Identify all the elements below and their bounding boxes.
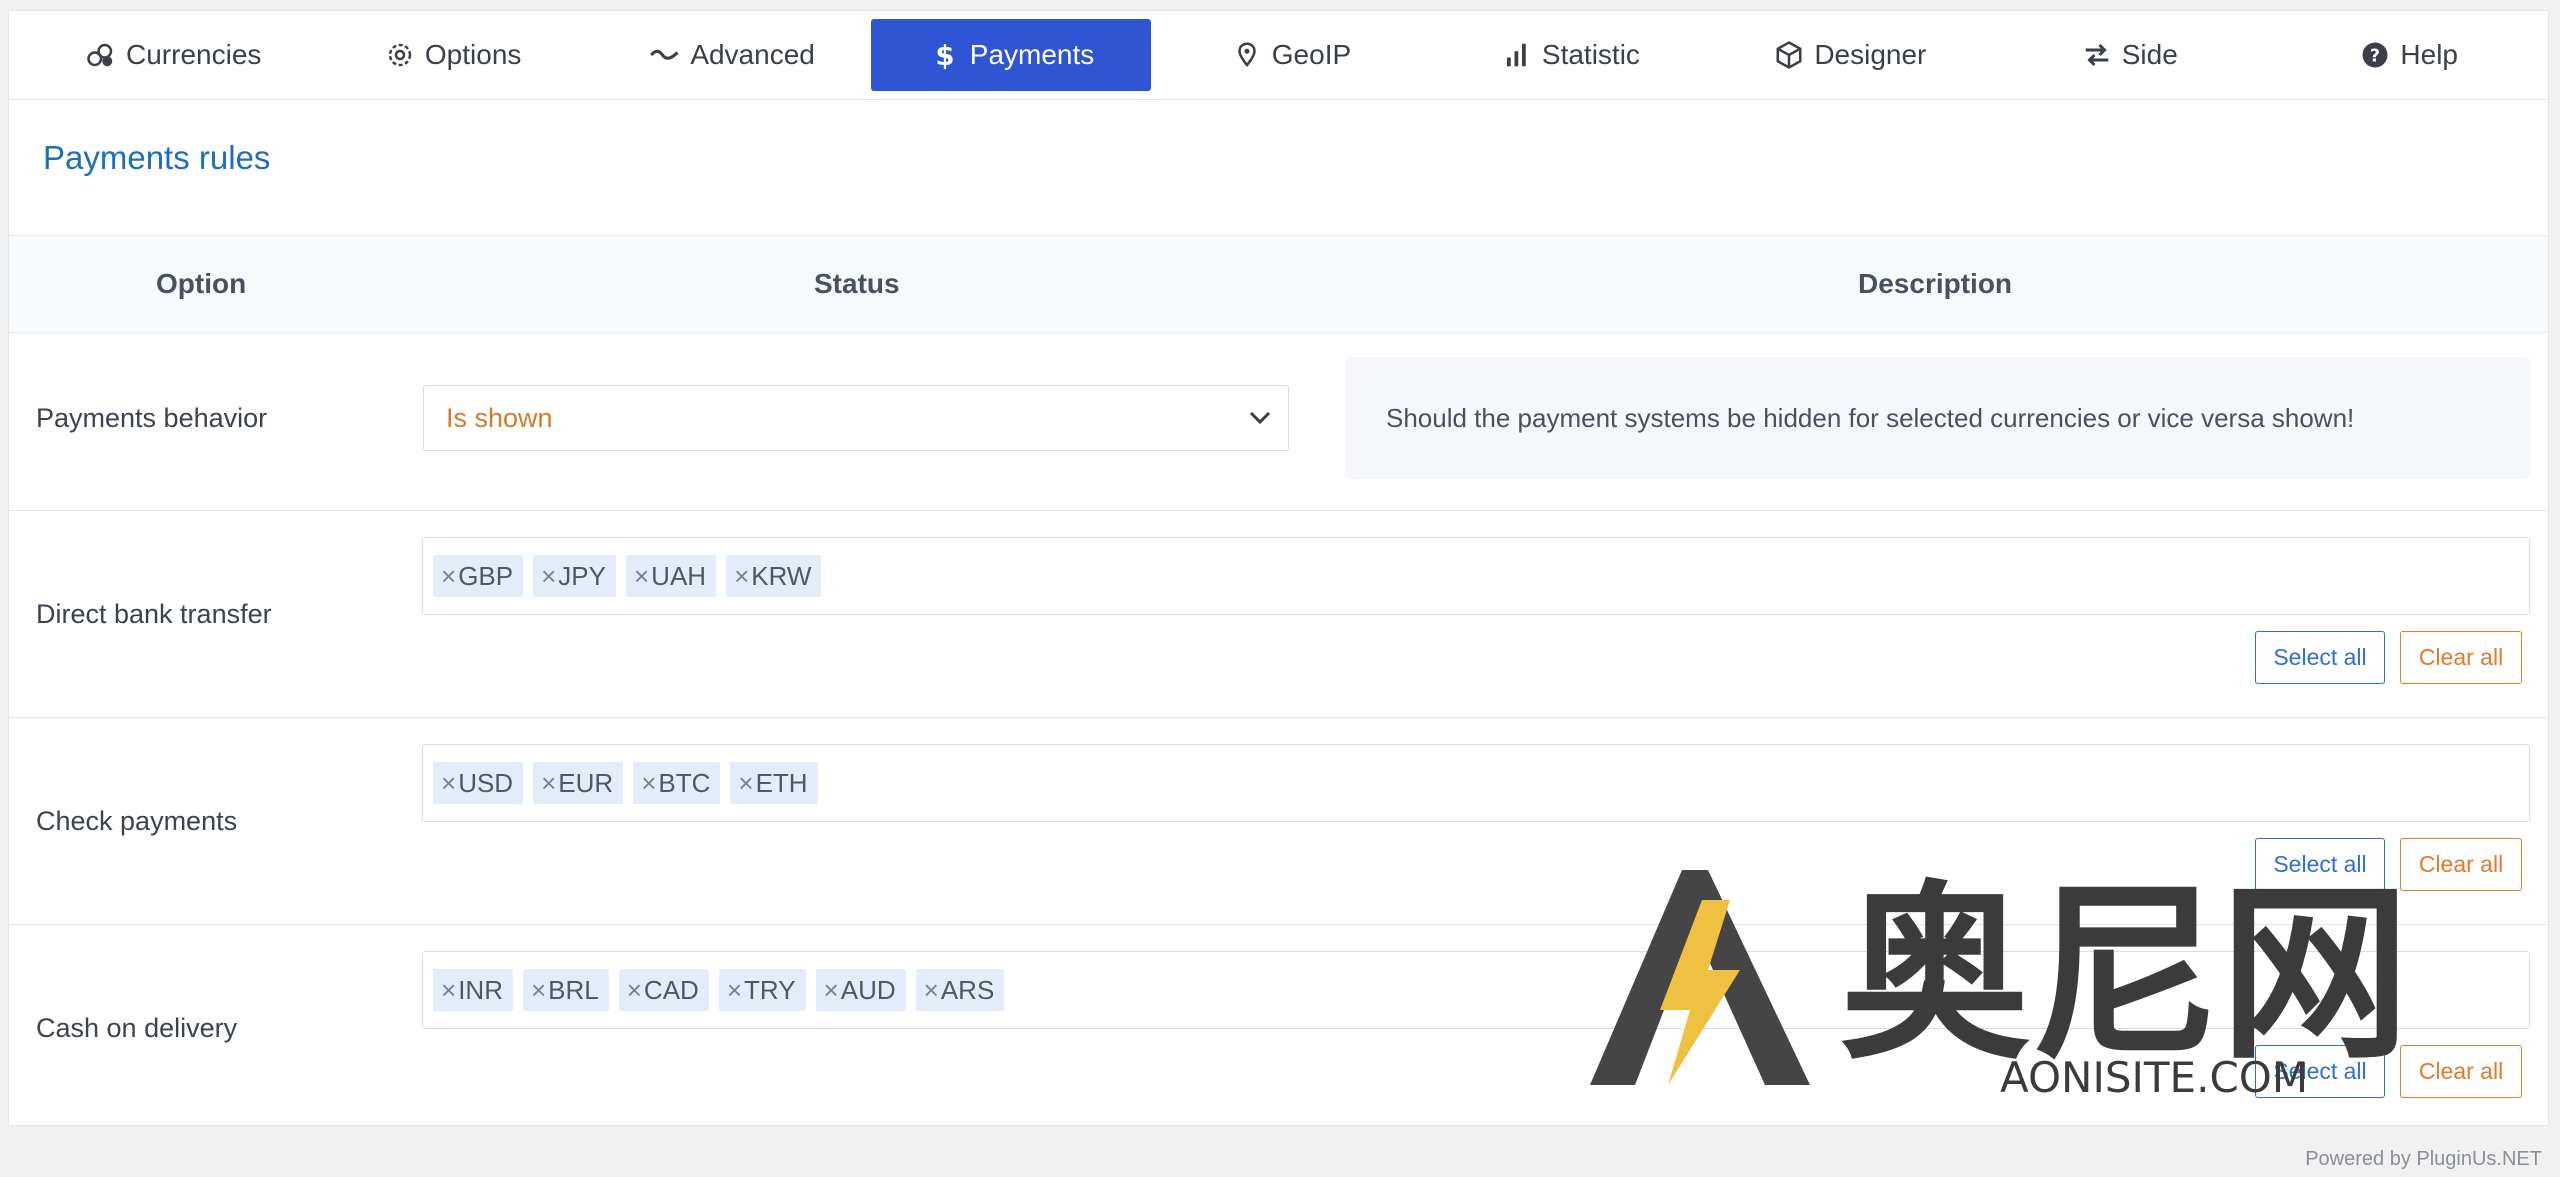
remove-tag-icon[interactable]: × xyxy=(627,969,642,1011)
row-label: Payments behavior xyxy=(36,403,268,433)
currency-tag: × CAD xyxy=(618,969,709,1011)
currency-tag-input[interactable]: × USD × EUR × BTC × ETH xyxy=(422,744,2530,822)
tab-geoip[interactable]: GeoIP xyxy=(1151,19,1430,91)
cube-icon xyxy=(1772,38,1806,72)
behavior-select[interactable]: Is shown xyxy=(423,385,1289,451)
currency-tag-input[interactable]: × GBP × JPY × UAH × KRW xyxy=(422,537,2530,615)
currency-tag: × EUR xyxy=(533,762,624,804)
svg-text:$: $ xyxy=(935,40,954,70)
header-status: Status xyxy=(814,268,900,299)
table-row: Direct bank transfer × GBP × JPY × UAH × KRW… xyxy=(9,511,2548,718)
remove-tag-icon[interactable]: × xyxy=(738,762,753,804)
tab-bar: Currencies Options Advanced $ Payments G… xyxy=(9,11,2548,100)
dollar-icon: $ xyxy=(928,38,962,72)
table-row: Check payments × USD × EUR × BTC × ETH Selec… xyxy=(9,718,2548,925)
map-pin-icon xyxy=(1230,38,1264,72)
question-icon: ? xyxy=(2358,38,2392,72)
currency-tag: × ARS xyxy=(915,969,1005,1011)
remove-tag-icon[interactable]: × xyxy=(824,969,839,1011)
currency-tag: × USD xyxy=(433,762,524,804)
powered-by-text: Powered by PluginUs.NET xyxy=(2305,1148,2542,1170)
currency-tag: × ETH xyxy=(730,762,818,804)
table-header: Option Status Description xyxy=(9,235,2548,333)
tab-currencies[interactable]: Currencies xyxy=(33,19,312,91)
row-label: Check payments xyxy=(36,806,238,836)
remove-tag-icon[interactable]: × xyxy=(634,555,649,597)
tab-designer[interactable]: Designer xyxy=(1710,19,1989,91)
remove-tag-icon[interactable]: × xyxy=(531,969,546,1011)
wave-icon xyxy=(648,38,682,72)
currency-tag-input[interactable]: × INR × BRL × CAD × TRY × AUD × ARS xyxy=(422,951,2530,1029)
table-row-behavior: Payments behavior Is shown Should the pa… xyxy=(9,331,2548,511)
currency-tag: × UAH xyxy=(625,555,717,597)
remove-tag-icon[interactable]: × xyxy=(924,969,939,1011)
tab-label: Statistic xyxy=(1541,39,1640,70)
remove-tag-icon[interactable]: × xyxy=(641,762,656,804)
tab-options[interactable]: Options xyxy=(312,19,591,91)
tab-statistic[interactable]: Statistic xyxy=(1430,19,1709,91)
select-all-button[interactable]: Select all xyxy=(2255,631,2385,684)
coins-icon xyxy=(84,38,118,72)
tab-help[interactable]: ? Help xyxy=(2269,19,2548,91)
tab-label: Currencies xyxy=(126,39,262,70)
currency-tag: × TRY xyxy=(718,969,806,1011)
description-box: Should the payment systems be hidden for… xyxy=(1346,357,2530,479)
tab-label: Advanced xyxy=(690,39,815,70)
tab-advanced[interactable]: Advanced xyxy=(592,19,871,91)
arrows-icon xyxy=(2080,38,2114,72)
section-title: Payments rules xyxy=(43,139,271,176)
currency-tag: × BTC xyxy=(633,762,721,804)
settings-panel: Currencies Options Advanced $ Payments G… xyxy=(8,10,2549,1126)
tab-payments[interactable]: $ Payments xyxy=(871,19,1151,91)
tab-label: GeoIP xyxy=(1271,39,1352,70)
row-label: Cash on delivery xyxy=(36,1013,238,1043)
tab-side[interactable]: Side xyxy=(1989,19,2268,91)
currency-tag: × BRL xyxy=(522,969,609,1011)
table-row: Cash on delivery × INR × BRL × CAD × TRY × AU… xyxy=(9,925,2548,1126)
tab-label: Side xyxy=(2121,39,2178,70)
gear-icon xyxy=(383,38,417,72)
tab-label: Help xyxy=(2400,39,2459,70)
chevron-down-icon xyxy=(1249,411,1271,425)
currency-tag: × KRW xyxy=(726,555,822,597)
svg-text:?: ? xyxy=(2370,46,2380,66)
header-option: Option xyxy=(156,268,247,299)
row-label: Direct bank transfer xyxy=(36,599,272,629)
tab-label: Designer xyxy=(1814,39,1927,70)
remove-tag-icon[interactable]: × xyxy=(727,969,742,1011)
clear-all-button[interactable]: Clear all xyxy=(2400,1045,2522,1098)
remove-tag-icon[interactable]: × xyxy=(541,555,556,597)
tab-label: Options xyxy=(424,39,522,70)
currency-tag: × AUD xyxy=(815,969,906,1011)
currency-tag: × GBP xyxy=(433,555,524,597)
select-all-button[interactable]: Select all xyxy=(2255,1045,2385,1098)
remove-tag-icon[interactable]: × xyxy=(541,762,556,804)
description-text: Should the payment systems be hidden for… xyxy=(1386,403,2355,433)
remove-tag-icon[interactable]: × xyxy=(441,969,456,1011)
tab-label: Payments xyxy=(969,39,1095,70)
behavior-select-value: Is shown xyxy=(446,403,553,433)
clear-all-button[interactable]: Clear all xyxy=(2400,631,2522,684)
clear-all-button[interactable]: Clear all xyxy=(2400,838,2522,891)
select-all-button[interactable]: Select all xyxy=(2255,838,2385,891)
remove-tag-icon[interactable]: × xyxy=(441,555,456,597)
currency-tag: × INR xyxy=(433,969,513,1011)
remove-tag-icon[interactable]: × xyxy=(734,555,749,597)
currency-tag: × JPY xyxy=(533,555,616,597)
remove-tag-icon[interactable]: × xyxy=(441,762,456,804)
bar-chart-icon xyxy=(1500,38,1534,72)
header-description: Description xyxy=(1858,268,2013,299)
